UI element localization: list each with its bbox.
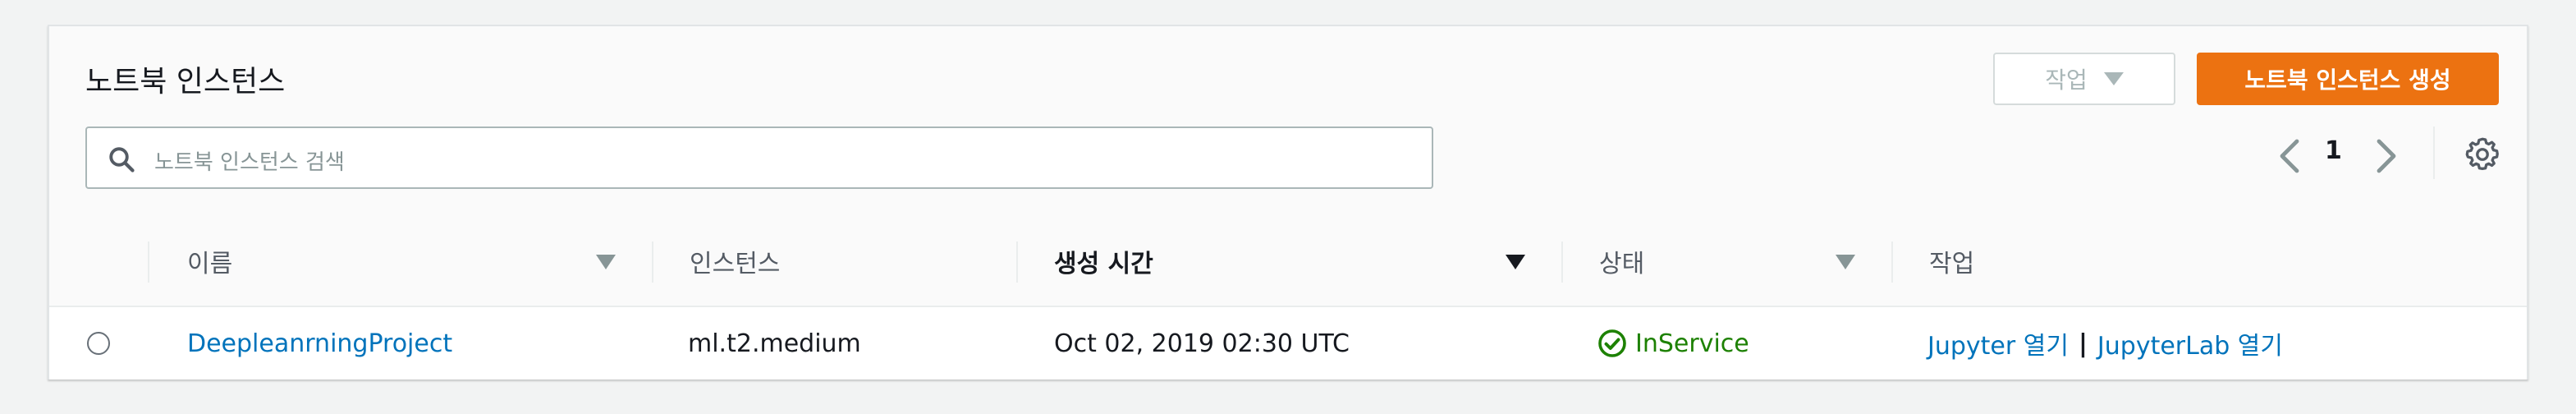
row-select-radio[interactable] — [87, 332, 110, 355]
actions-dropdown-button[interactable]: 작업 — [1993, 53, 2175, 105]
column-header-status[interactable]: 상태 — [1599, 217, 1644, 306]
chevron-left-icon[interactable] — [2276, 138, 2305, 174]
column-separator — [148, 242, 149, 283]
open-jupyterlab-link[interactable]: JupyterLab 열기 — [2097, 325, 2283, 361]
caret-down-icon[interactable] — [596, 255, 616, 269]
open-jupyter-link[interactable]: Jupyter 열기 — [1927, 325, 2069, 361]
gear-icon[interactable] — [2464, 136, 2500, 172]
status-cell: InService — [1597, 307, 1749, 380]
search-input[interactable]: 노트북 인스턴스 검색 — [85, 126, 1433, 189]
caret-down-icon[interactable] — [1506, 255, 1525, 269]
search-icon — [109, 147, 135, 172]
panel-header: 노트북 인스턴스 작업 노트북 인스턴스 생성 노트북 인스턴스 검색 1 — [49, 26, 2527, 218]
create-notebook-instance-button[interactable]: 노트북 인스턴스 생성 — [2197, 53, 2499, 105]
notebook-name-link[interactable]: DeepleanrningProject — [187, 329, 452, 358]
caret-down-icon[interactable] — [1836, 255, 1855, 269]
page-title: 노트북 인스턴스 — [85, 65, 286, 99]
creation-time-cell: Oct 02, 2019 02:30 UTC — [1054, 329, 1350, 358]
caret-down-icon — [2103, 72, 2124, 85]
actions-cell: Jupyter 열기 | JupyterLab 열기 — [1927, 307, 2283, 380]
column-header-actions: 작업 — [1929, 250, 1975, 278]
table-header: 이름 인스턴스 생성 시간 상태 작업 — [49, 217, 2527, 307]
status-label: InService — [1635, 329, 1749, 358]
pager-divider — [2433, 126, 2435, 179]
chevron-right-icon[interactable] — [2371, 138, 2400, 174]
column-header-created[interactable]: 생성 시간 — [1054, 217, 1153, 306]
column-separator — [1891, 242, 1893, 283]
instance-type-cell: ml.t2.medium — [688, 329, 861, 358]
column-separator — [1561, 242, 1563, 283]
column-header-name[interactable]: 이름 — [187, 217, 232, 306]
column-separator — [1016, 242, 1018, 283]
link-separator: | — [2078, 329, 2088, 358]
create-label: 노트북 인스턴스 생성 — [2244, 67, 2451, 94]
status-ok-icon — [1598, 329, 1626, 357]
column-header-instance: 인스턴스 — [690, 250, 781, 278]
current-page-number[interactable]: 1 — [2325, 136, 2342, 165]
search-placeholder: 노트북 인스턴스 검색 — [154, 150, 345, 175]
column-separator — [652, 242, 653, 283]
table-row[interactable]: DeepleanrningProject ml.t2.medium Oct 02… — [49, 307, 2527, 380]
actions-label: 작업 — [2045, 67, 2088, 94]
notebook-instances-panel: 노트북 인스턴스 작업 노트북 인스턴스 생성 노트북 인스턴스 검색 1 이름… — [48, 25, 2528, 380]
